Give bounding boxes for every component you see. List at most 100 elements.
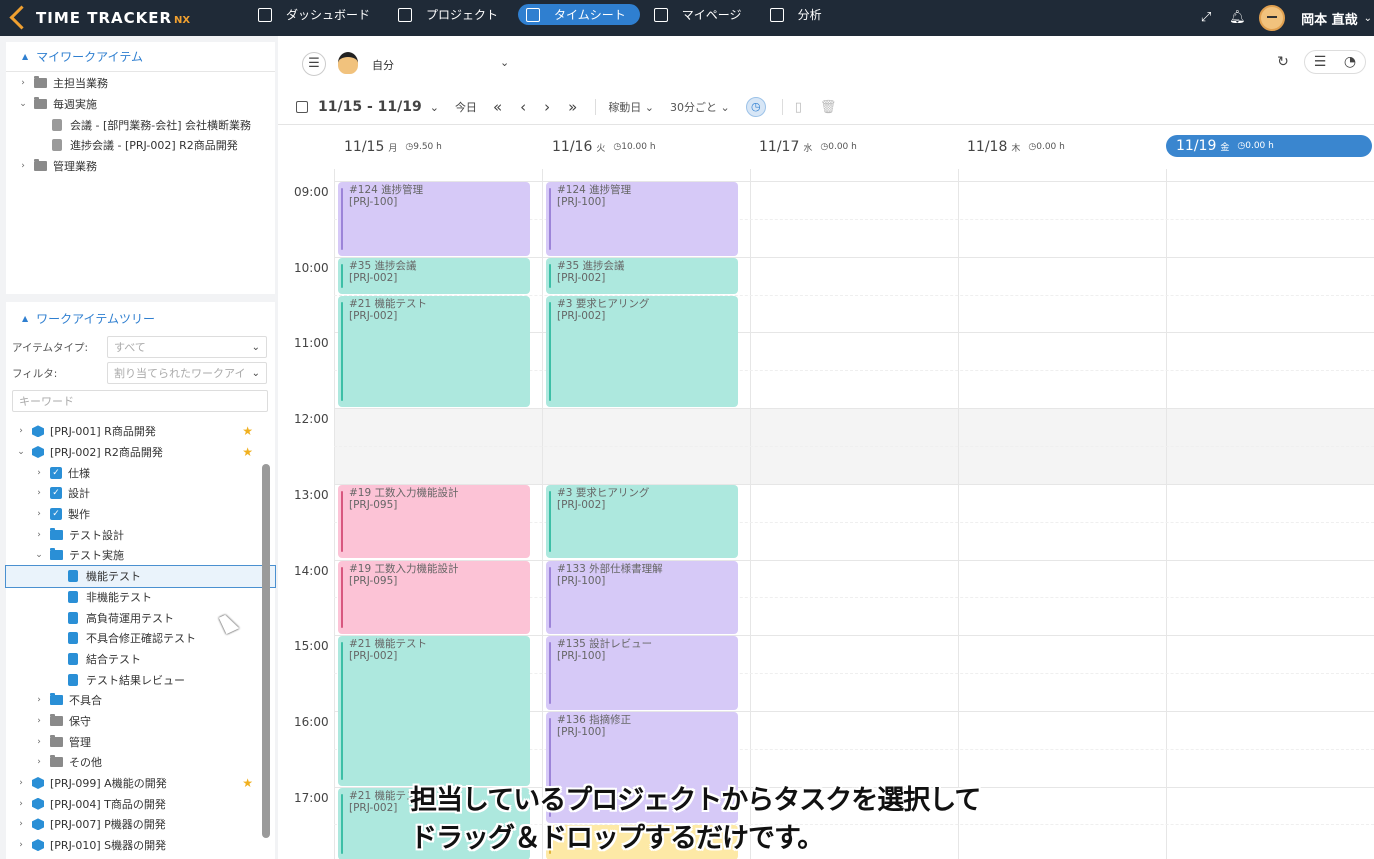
tree-item[interactable]: › [PRJ-001] R商品開発 ★ (6, 421, 275, 442)
day-header-0[interactable]: 11/15 月 ◷ 9.50 h (344, 135, 442, 159)
chevron-down-icon[interactable]: ⌄ (430, 101, 439, 114)
chevron-right-icon[interactable]: › (16, 799, 26, 809)
today-button[interactable]: 今日 (455, 99, 477, 115)
interval-select[interactable]: 30分ごと ⌄ (670, 99, 730, 115)
my-work-item[interactable]: 進捗会議 - [PRJ-002] R2商品開発 (6, 135, 275, 156)
time-entry[interactable]: #135 設計レビュー [PRJ-100] (546, 636, 738, 710)
chevron-down-icon[interactable]: ⌄ (34, 550, 44, 560)
time-entry[interactable]: #19 工数入力機能設計 [PRJ-095] (338, 484, 530, 559)
nav-item-0[interactable]: ダッシュボード (250, 4, 384, 25)
document-icon[interactable]: ▯ (795, 100, 802, 115)
tree-item[interactable]: 不具合修正確認テスト (6, 628, 275, 649)
tree-item[interactable]: › その他 (6, 752, 275, 773)
chevron-right-icon[interactable]: › (34, 695, 44, 705)
chevron-down-icon[interactable]: ⌄ (1364, 13, 1372, 24)
date-range[interactable]: 11/15 - 11/19 (318, 99, 422, 115)
user-avatar[interactable] (1259, 5, 1286, 31)
tree-item[interactable]: › [PRJ-004] T商品の開発 (6, 793, 275, 814)
chevron-right-icon[interactable]: › (34, 468, 44, 478)
time-entry[interactable]: #124 進捗管理 [PRJ-100] (338, 182, 530, 256)
chevron-right-icon[interactable]: › (34, 488, 44, 498)
collapse-triangle-icon[interactable]: ▲ (22, 314, 28, 323)
chevron-right-icon[interactable]: › (34, 757, 44, 767)
tree-item[interactable]: › [PRJ-010] S機器の開発 (6, 835, 275, 856)
chevron-right-icon[interactable]: › (18, 161, 28, 171)
tree-scrollbar[interactable] (262, 464, 270, 838)
app-logo[interactable]: TIME TRACKER NX (10, 6, 190, 30)
clock-icon[interactable]: ◷ (745, 97, 766, 117)
nav-item-2[interactable]: タイムシート (518, 4, 640, 25)
chevron-right-icon[interactable]: › (34, 737, 44, 747)
filter-select[interactable]: 割り当てられたワークアイ ⌄ (107, 362, 267, 384)
tree-item[interactable]: › ✓ 製作 (6, 504, 275, 525)
my-work-item[interactable]: › 主担当業務 (6, 73, 275, 94)
time-entry[interactable]: #124 進捗管理 [PRJ-100] (546, 182, 738, 256)
tree-item[interactable]: ⌄ テスト実施 (6, 545, 275, 566)
chevron-right-icon[interactable]: › (16, 426, 26, 436)
chart-view-icon[interactable]: ◔ (1339, 51, 1361, 73)
star-icon[interactable]: ★ (242, 424, 253, 438)
time-entry[interactable]: #133 外部仕様書理解 [PRJ-100] (546, 560, 738, 635)
star-icon[interactable]: ★ (242, 776, 253, 790)
chevron-right-icon[interactable]: › (16, 840, 26, 850)
list-view-icon[interactable]: ☰ (1309, 51, 1331, 73)
keyword-input[interactable]: キーワード (12, 390, 268, 412)
tree-item[interactable]: › [PRJ-007] P機器の開発 (6, 814, 275, 835)
user-name[interactable]: 岡本 直哉 (1301, 9, 1358, 28)
my-work-items-header[interactable]: ▲ マイワークアイテム (6, 42, 275, 72)
chevron-right-icon[interactable]: › (34, 716, 44, 726)
tree-item[interactable]: 結合テスト (6, 649, 275, 670)
time-entry[interactable]: #3 要求ヒアリング [PRJ-002] (546, 295, 738, 408)
nav-item-1[interactable]: プロジェクト (390, 4, 512, 25)
item-type-select[interactable]: すべて ⌄ (107, 336, 267, 358)
time-entry[interactable]: #35 進捗会議 [PRJ-002] (338, 257, 530, 294)
tree-item[interactable]: › 管理 (6, 731, 275, 752)
chevron-down-icon[interactable]: ⌄ (500, 56, 509, 69)
day-header-1[interactable]: 11/16 火 ◷ 10.00 h (552, 135, 656, 159)
chevron-down-icon[interactable]: ⌄ (18, 99, 28, 109)
expand-icon[interactable]: ⤢ (1199, 11, 1213, 25)
tree-item[interactable]: 機能テスト (5, 564, 276, 588)
double-chevron-left-icon[interactable]: « (493, 98, 502, 116)
day-header-4[interactable]: 11/19 金 ◷ 0.00 h (1166, 135, 1372, 157)
tree-item[interactable]: › 保守 (6, 711, 275, 732)
trash-icon[interactable]: 🗑︎ (820, 100, 837, 115)
chevron-right-icon[interactable]: › (16, 819, 26, 829)
tree-item[interactable]: › 不具合 (6, 690, 275, 711)
chevron-down-icon[interactable]: ⌄ (16, 447, 26, 457)
chevron-left-icon[interactable]: ‹ (520, 98, 526, 116)
tree-item[interactable]: 非機能テスト (6, 587, 275, 608)
time-entry[interactable]: #19 工数入力機能設計 [PRJ-095] (338, 560, 530, 635)
nav-item-3[interactable]: マイページ (646, 4, 756, 25)
chevron-right-icon[interactable]: › (16, 778, 26, 788)
menu-icon[interactable]: ☰ (302, 52, 326, 76)
chevron-right-icon[interactable]: › (544, 98, 550, 116)
my-work-item[interactable]: › 管理業務 (6, 156, 275, 177)
nav-item-4[interactable]: 分析 (762, 4, 836, 25)
bell-icon[interactable]: 🔔︎ (1229, 11, 1246, 25)
refresh-icon[interactable]: ↻ (1272, 51, 1294, 73)
time-entry[interactable]: #35 進捗会議 [PRJ-002] (546, 257, 738, 294)
chevron-right-icon[interactable]: › (18, 78, 28, 88)
tree-item[interactable]: › ✓ 設計 (6, 483, 275, 504)
tree-item[interactable]: テスト結果レビュー (6, 669, 275, 690)
my-work-item[interactable]: 会議 - [部門業務-会社] 会社横断業務 (6, 114, 275, 135)
work-item-tree-header[interactable]: ▲ ワークアイテムツリー (6, 302, 275, 334)
tree-item[interactable]: › ✓ 仕様 (6, 462, 275, 483)
chevron-right-icon[interactable]: › (34, 530, 44, 540)
time-entry[interactable]: #3 要求ヒアリング [PRJ-002] (546, 484, 738, 559)
day-header-3[interactable]: 11/18 木 ◷ 0.00 h (967, 135, 1065, 159)
tree-item[interactable]: ⌄ [PRJ-002] R2商品開発 ★ (6, 442, 275, 463)
double-chevron-right-icon[interactable]: » (568, 98, 577, 116)
chevron-right-icon[interactable]: › (34, 509, 44, 519)
time-entry[interactable]: #21 機能テスト [PRJ-002] (338, 636, 530, 786)
day-header-2[interactable]: 11/17 水 ◷ 0.00 h (759, 135, 857, 159)
tree-item[interactable]: › [PRJ-099] A機能の開発 ★ (6, 773, 275, 794)
tree-item[interactable]: › テスト設計 (6, 524, 275, 545)
my-work-item[interactable]: ⌄ 毎週実施 (6, 94, 275, 115)
collapse-triangle-icon[interactable]: ▲ (22, 52, 28, 61)
time-entry[interactable]: #21 機能テスト [PRJ-002] (338, 295, 530, 408)
calendar-icon[interactable] (296, 101, 308, 113)
day-type-select[interactable]: 稼動日 ⌄ (608, 99, 654, 115)
star-icon[interactable]: ★ (242, 445, 253, 459)
